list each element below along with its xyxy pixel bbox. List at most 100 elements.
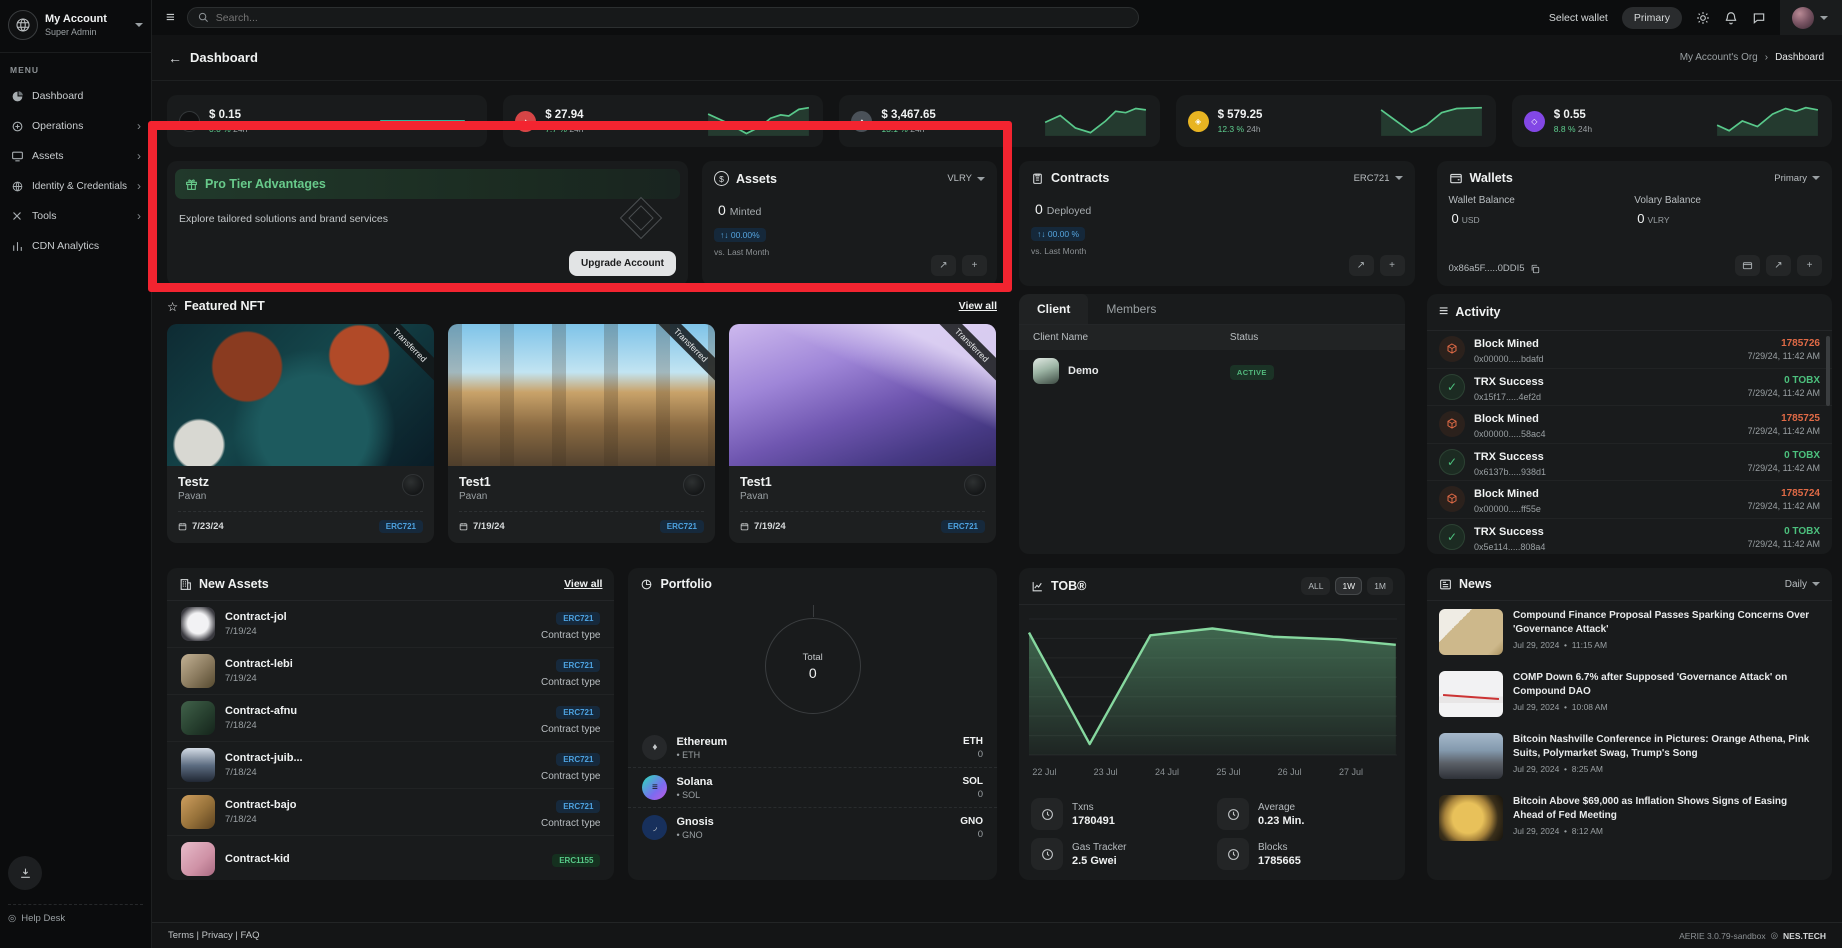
range-button-1m[interactable]: 1M — [1367, 577, 1393, 595]
page-header: ← Dashboard My Account's Org › Dashboard — [152, 35, 1842, 81]
portfolio-amount: 0 — [963, 749, 983, 760]
asset-list-item[interactable]: Contract-bajo7/18/24 ERC721Contract type — [167, 789, 614, 836]
svg-text:23 Jul: 23 Jul — [1094, 767, 1118, 777]
assets-token-dropdown[interactable]: VLRY — [947, 173, 985, 184]
activity-hash: 0x6137b.....938d1 — [1474, 467, 1546, 477]
news-item[interactable]: Compound Finance Proposal Passes Sparkin… — [1427, 601, 1832, 663]
activity-row[interactable]: Block Mined0x00000.....58ac4 17857257/29… — [1427, 406, 1832, 444]
gnosis-icon: ◞ — [642, 815, 667, 840]
portfolio-row-ethereum[interactable]: ♦ Ethereum• ETH ETH0 — [628, 728, 997, 768]
contracts-add-button[interactable]: + — [1380, 255, 1405, 276]
asset-list-item[interactable]: Contract-jol7/19/24 ERC721Contract type — [167, 601, 614, 648]
select-wallet-button[interactable]: Select wallet — [1549, 12, 1608, 24]
activity-scrollbar[interactable] — [1826, 336, 1830, 406]
tob-stat-average: Average0.23 Min. — [1217, 798, 1393, 830]
contracts-type-dropdown[interactable]: ERC721 — [1354, 173, 1403, 184]
back-arrow-icon[interactable]: ← — [168, 50, 182, 66]
activity-row[interactable]: Block Mined0x00000.....ff55e 17857247/29… — [1427, 481, 1832, 519]
featured-nft-view-all-link[interactable]: View all — [959, 300, 997, 312]
sidebar-item-identity-credentials[interactable]: Identity & Credentials › — [0, 171, 151, 201]
chevron-right-icon: › — [137, 180, 141, 192]
tob-stat-blocks: Blocks1785665 — [1217, 838, 1393, 870]
wallet-primary-button[interactable]: Primary — [1622, 7, 1682, 29]
wallets-dropdown-value: Primary — [1774, 173, 1807, 184]
asset-list-item[interactable]: Contract-kid ERC1155 — [167, 836, 614, 880]
token-stat-card-volary[interactable]: $ 0.15 0.0 % 24h — [167, 95, 487, 147]
news-item[interactable]: Bitcoin Nashville Conference in Pictures… — [1427, 725, 1832, 787]
chat-icon[interactable] — [1752, 11, 1766, 25]
news-date: Jul 29, 2024 — [1513, 764, 1559, 774]
calendar-icon — [459, 522, 468, 531]
wallets-dropdown[interactable]: Primary — [1774, 173, 1820, 184]
bnb-coin-icon: ◈ — [1188, 111, 1209, 132]
activity-row[interactable]: ✓ TRX Success0x5e114.....808a4 0 TOBX7/2… — [1427, 519, 1832, 555]
asset-list-item[interactable]: Contract-afnu7/18/24 ERC721Contract type — [167, 695, 614, 742]
news-item[interactable]: Bitcoin Above $69,000 as Inflation Shows… — [1427, 787, 1832, 849]
wallet-balance-unit: USD — [1462, 215, 1480, 225]
sidebar-item-dashboard[interactable]: Dashboard — [0, 81, 151, 111]
asset-list-item[interactable]: Contract-juib...7/18/24 ERC721Contract t… — [167, 742, 614, 789]
nft-card[interactable]: Transferred Testz Pavan 7/23/24 ERC721 — [167, 324, 434, 543]
asset-name: Contract-kid — [225, 853, 290, 865]
search-input[interactable] — [216, 12, 1128, 24]
breadcrumb-org[interactable]: My Account's Org — [1680, 52, 1758, 63]
wallet-card-button[interactable] — [1735, 255, 1760, 276]
notifications-bell-icon[interactable] — [1724, 11, 1738, 25]
range-button-1w[interactable]: 1W — [1335, 577, 1362, 595]
upgrade-account-button[interactable]: Upgrade Account — [569, 251, 676, 276]
activity-row[interactable]: ✓ TRX Success0x15f17.....4ef2d 0 TOBX7/2… — [1427, 369, 1832, 407]
token-change: 13.1 % — [881, 124, 907, 134]
token-stat-card-polygon[interactable]: ◇ $ 0.55 8.8 % 24h — [1512, 95, 1832, 147]
activity-value: 0 TOBX — [1748, 375, 1820, 386]
portfolio-row-solana[interactable]: ≡ Solana• SOL SOL0 — [628, 768, 997, 808]
nft-date: 7/19/24 — [473, 521, 505, 532]
hamburger-menu-icon[interactable]: ≡ — [166, 9, 175, 26]
client-members-panel: Client Members Client Name Status Demo A… — [1019, 294, 1405, 554]
portfolio-symbol: ETH — [963, 736, 983, 747]
portfolio-row-gnosis[interactable]: ◞ Gnosis• GNO GNO0 — [628, 808, 997, 847]
volary-balance-unit: VLRY — [1647, 215, 1669, 225]
nft-card[interactable]: Transferred Test1 Pavan 7/19/24 ERC721 — [448, 324, 715, 543]
contracts-external-link-button[interactable]: ↗ — [1349, 255, 1374, 276]
help-desk-link[interactable]: ◎ Help Desk — [8, 904, 143, 924]
news-panel: News Daily Compound Finance Proposal Pas… — [1427, 568, 1832, 880]
activity-row[interactable]: ✓ TRX Success0x6137b.....938d1 0 TOBX7/2… — [1427, 444, 1832, 482]
token-change: 0.0 % — [209, 124, 231, 134]
block-cube-icon — [1439, 486, 1465, 512]
theme-toggle-sun-icon[interactable] — [1696, 11, 1710, 25]
token-price: $ 27.94 — [545, 109, 583, 121]
token-stat-card-bnb[interactable]: ◈ $ 579.25 12.3 % 24h — [1176, 95, 1496, 147]
range-button-all[interactable]: ALL — [1301, 577, 1330, 595]
topbar: ≡ Select wallet Primary — [152, 0, 1842, 35]
sidebar-item-tools[interactable]: Tools › — [0, 201, 151, 231]
assets-add-button[interactable]: + — [962, 255, 987, 276]
footer-links[interactable]: Terms | Privacy | FAQ — [168, 930, 260, 941]
nft-card[interactable]: Transferred Test1 Pavan 7/19/24 ERC721 — [729, 324, 996, 543]
assets-external-link-button[interactable]: ↗ — [931, 255, 956, 276]
search-bar[interactable] — [187, 7, 1139, 28]
sidebar-item-assets[interactable]: Assets › — [0, 141, 151, 171]
client-table-row[interactable]: Demo ACTIVE — [1019, 350, 1405, 392]
download-button[interactable] — [8, 856, 42, 890]
transferred-ribbon: Transferred — [650, 324, 715, 386]
token-stat-card-ethereum[interactable]: ♦ $ 3,467.65 13.1 % 24h — [839, 95, 1159, 147]
activity-row[interactable]: Block Mined0x00000.....bdafd 17857267/29… — [1427, 331, 1832, 369]
token-stat-card-avalanche[interactable]: ▲ $ 27.94 7.7 % 24h — [503, 95, 823, 147]
tab-members[interactable]: Members — [1088, 294, 1174, 324]
new-assets-view-all-link[interactable]: View all — [564, 578, 602, 590]
wallet-add-button[interactable]: + — [1797, 255, 1822, 276]
user-menu[interactable] — [1780, 0, 1842, 35]
news-item[interactable]: COMP Down 6.7% after Supposed 'Governanc… — [1427, 663, 1832, 725]
tab-client[interactable]: Client — [1019, 294, 1088, 324]
brand-logo-icon: ◎ — [1771, 930, 1778, 941]
sidebar-item-operations[interactable]: Operations › — [0, 111, 151, 141]
news-title: News — [1459, 577, 1492, 591]
wallet-external-link-button[interactable]: ↗ — [1766, 255, 1791, 276]
sidebar-item-cdn-analytics[interactable]: CDN Analytics — [0, 231, 151, 261]
account-switcher[interactable]: My Account Super Admin — [0, 0, 151, 53]
asset-list-item[interactable]: Contract-lebi7/19/24 ERC721Contract type — [167, 648, 614, 695]
footer-version: AERIE 3.0.79-sandbox — [1679, 931, 1765, 941]
news-thumbnail — [1439, 795, 1503, 841]
news-frequency-dropdown[interactable]: Daily — [1785, 579, 1820, 590]
copy-icon[interactable] — [1530, 264, 1540, 274]
